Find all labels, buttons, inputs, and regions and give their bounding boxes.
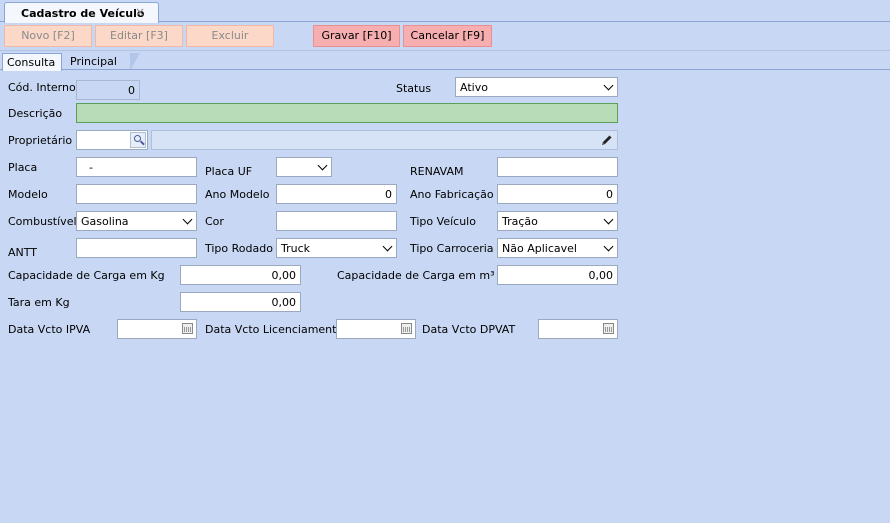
cor-field[interactable] bbox=[276, 211, 397, 231]
cor-label: Cor bbox=[205, 215, 224, 228]
vcto-licenciamento-field[interactable] bbox=[336, 319, 416, 339]
placa-label: Placa bbox=[8, 161, 38, 174]
chevron-down-icon bbox=[603, 241, 614, 252]
tipo-rodado-select[interactable]: Truck bbox=[276, 238, 397, 258]
chevron-down-icon bbox=[603, 214, 614, 225]
toolbar: Novo [F2] Editar [F3] Excluir Gravar [F1… bbox=[0, 23, 890, 51]
ano-fabricacao-label: Ano Fabricação bbox=[410, 188, 494, 201]
chevron-down-icon bbox=[603, 80, 614, 91]
document-tabbar: Cadastro de Veículo × bbox=[0, 0, 890, 23]
calendar-icon[interactable] bbox=[401, 323, 412, 334]
vcto-dpvat-label: Data Vcto DPVAT bbox=[422, 323, 516, 336]
novo-button[interactable]: Novo [F2] bbox=[4, 25, 92, 47]
tipo-carroceria-value: Não Aplicavel bbox=[502, 242, 577, 255]
excluir-button[interactable]: Excluir bbox=[186, 25, 274, 47]
proprietario-name-field bbox=[151, 130, 618, 150]
status-select[interactable]: Ativo bbox=[455, 77, 618, 97]
cap-m3-field[interactable]: 0,00 bbox=[497, 265, 618, 285]
tipo-veiculo-select[interactable]: Tração bbox=[497, 211, 618, 231]
tipo-veiculo-value: Tração bbox=[502, 215, 538, 228]
cancelar-button[interactable]: Cancelar [F9] bbox=[403, 25, 492, 47]
tipo-veiculo-label: Tipo Veículo bbox=[410, 215, 476, 228]
proprietario-label: Proprietário bbox=[8, 134, 73, 147]
tipo-carroceria-select[interactable]: Não Aplicavel bbox=[497, 238, 618, 258]
ano-modelo-label: Ano Modelo bbox=[205, 188, 270, 201]
vcto-licenciamento-label: Data Vcto Licenciamento bbox=[205, 323, 344, 336]
placa-field[interactable]: - bbox=[76, 157, 197, 177]
cap-kg-field[interactable]: 0,00 bbox=[180, 265, 301, 285]
proprietario-code-field[interactable] bbox=[76, 130, 148, 150]
tab-consulta[interactable]: Consulta bbox=[2, 53, 62, 71]
status-value: Ativo bbox=[460, 81, 488, 94]
cap-kg-label: Capacidade de Carga em Kg bbox=[8, 269, 165, 282]
tara-field[interactable]: 0,00 bbox=[180, 292, 301, 312]
tipo-rodado-value: Truck bbox=[281, 242, 311, 255]
modelo-field[interactable] bbox=[76, 184, 197, 204]
sub-tabbar: Consulta Principal bbox=[0, 52, 890, 71]
descricao-label: Descrição bbox=[8, 107, 63, 120]
combustivel-label: Combustível bbox=[8, 215, 77, 228]
ano-fabricacao-field[interactable]: 0 bbox=[497, 184, 618, 204]
cod-interno-field: 0 bbox=[76, 80, 140, 100]
vcto-ipva-field[interactable] bbox=[117, 319, 197, 339]
antt-label: ANTT bbox=[8, 246, 37, 259]
chevron-down-icon bbox=[317, 160, 328, 171]
cap-m3-label: Capacidade de Carga em m³ bbox=[337, 269, 495, 282]
tipo-rodado-label: Tipo Rodado bbox=[205, 242, 273, 255]
cod-interno-label: Cód. Interno bbox=[8, 81, 76, 94]
tipo-carroceria-label: Tipo Carroceria bbox=[410, 242, 494, 255]
descricao-field[interactable] bbox=[76, 103, 618, 123]
status-label: Status bbox=[396, 82, 432, 95]
search-icon[interactable] bbox=[130, 132, 146, 148]
combustivel-select[interactable]: Gasolina bbox=[76, 211, 197, 231]
antt-field[interactable] bbox=[76, 238, 197, 258]
vcto-ipva-label: Data Vcto IPVA bbox=[8, 323, 91, 336]
close-icon[interactable]: × bbox=[135, 5, 145, 19]
chevron-down-icon bbox=[382, 241, 393, 252]
renavam-label: RENAVAM bbox=[410, 165, 464, 178]
pencil-icon[interactable] bbox=[601, 134, 613, 146]
placa-uf-select[interactable] bbox=[276, 157, 332, 177]
editar-button[interactable]: Editar [F3] bbox=[95, 25, 183, 47]
chevron-down-icon bbox=[182, 214, 193, 225]
calendar-icon[interactable] bbox=[603, 323, 614, 334]
calendar-icon[interactable] bbox=[182, 323, 193, 334]
renavam-field[interactable] bbox=[497, 157, 618, 177]
tara-label: Tara em Kg bbox=[8, 296, 70, 309]
ano-modelo-field[interactable]: 0 bbox=[276, 184, 397, 204]
combustivel-value: Gasolina bbox=[81, 215, 129, 228]
modelo-label: Modelo bbox=[8, 188, 48, 201]
gravar-button[interactable]: Gravar [F10] bbox=[313, 25, 400, 47]
vcto-dpvat-field[interactable] bbox=[538, 319, 618, 339]
document-tab-title: Cadastro de Veículo bbox=[21, 7, 145, 20]
placa-uf-label: Placa UF bbox=[205, 165, 253, 178]
tab-principal[interactable]: Principal bbox=[66, 53, 140, 71]
document-tab[interactable]: Cadastro de Veículo × bbox=[4, 2, 159, 23]
